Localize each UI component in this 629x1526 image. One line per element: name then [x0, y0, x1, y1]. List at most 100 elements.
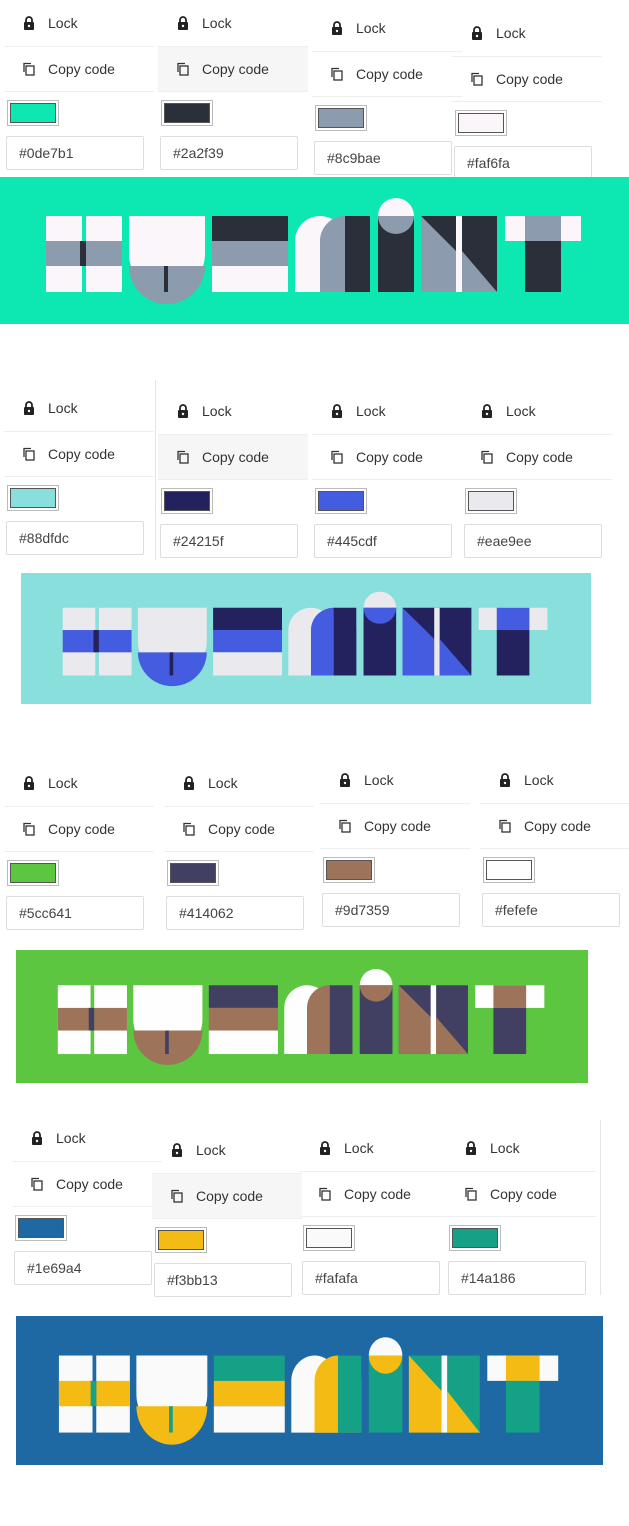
color-card: Lock Copy code #24215f [158, 388, 308, 558]
color-card: Lock Copy code #414062 [164, 760, 314, 930]
hex-input[interactable]: #fefefe [482, 893, 620, 927]
hex-input[interactable]: #445cdf [314, 524, 452, 558]
color-swatch[interactable] [324, 858, 374, 882]
lock-label: Lock [48, 775, 78, 791]
copy-code-button[interactable]: Copy code [4, 806, 154, 852]
color-swatch[interactable] [450, 1226, 500, 1250]
divider [600, 1120, 601, 1295]
swatch-container [446, 1217, 596, 1259]
lock-button[interactable]: Lock [312, 388, 462, 434]
lock-button[interactable]: Lock [452, 10, 602, 56]
swatch-container [4, 92, 154, 134]
lock-icon [164, 1143, 190, 1157]
copy-code-button[interactable]: Copy code [158, 434, 308, 480]
copy-icon [164, 1189, 190, 1203]
copy-code-button[interactable]: Copy code [312, 51, 462, 97]
color-swatch[interactable] [162, 101, 212, 125]
hex-input[interactable]: #faf6fa [454, 146, 592, 180]
lock-button[interactable]: Lock [320, 757, 470, 803]
hex-input[interactable]: #1e69a4 [14, 1251, 152, 1285]
lock-button[interactable]: Lock [158, 0, 308, 46]
lock-button[interactable]: Lock [446, 1125, 596, 1171]
color-swatch[interactable] [316, 106, 366, 130]
copy-code-button[interactable]: Copy code [462, 434, 612, 480]
lock-button[interactable]: Lock [152, 1127, 302, 1173]
lock-icon [24, 1131, 50, 1145]
hex-input[interactable]: #9d7359 [322, 893, 460, 927]
copy-code-button[interactable]: Copy code [12, 1161, 162, 1207]
copy-code-label: Copy code [48, 61, 115, 77]
color-card: Lock Copy code #fafafa [300, 1125, 450, 1295]
copy-code-label: Copy code [490, 1186, 557, 1202]
swatch-container [4, 477, 154, 519]
copy-code-button[interactable]: Copy code [320, 803, 470, 849]
lock-icon [16, 401, 42, 415]
lock-icon [332, 773, 358, 787]
hex-input[interactable]: #5cc641 [6, 896, 144, 930]
swatch-container [12, 1207, 162, 1249]
hex-input[interactable]: #2a2f39 [160, 136, 298, 170]
hex-input[interactable]: #eae9ee [464, 524, 602, 558]
copy-icon [170, 62, 196, 76]
lock-label: Lock [364, 772, 394, 788]
color-swatch[interactable] [8, 861, 58, 885]
hex-input[interactable]: #0de7b1 [6, 136, 144, 170]
hex-input[interactable]: #fafafa [302, 1261, 440, 1295]
hex-input[interactable]: #8c9bae [314, 141, 452, 175]
copy-code-button[interactable]: Copy code [158, 46, 308, 92]
lock-button[interactable]: Lock [300, 1125, 450, 1171]
copy-code-label: Copy code [202, 449, 269, 465]
copy-icon [16, 822, 42, 836]
color-swatch[interactable] [484, 858, 534, 882]
swatch-container [312, 97, 462, 139]
hex-input[interactable]: #24215f [160, 524, 298, 558]
lock-icon [492, 773, 518, 787]
copy-code-button[interactable]: Copy code [300, 1171, 450, 1217]
copy-icon [312, 1187, 338, 1201]
lock-label: Lock [48, 400, 78, 416]
color-card: Lock Copy code #14a186 [446, 1125, 596, 1295]
color-swatch[interactable] [156, 1228, 206, 1252]
copy-code-button[interactable]: Copy code [4, 46, 154, 92]
copy-code-button[interactable]: Copy code [4, 431, 154, 477]
logo-banner: HUMINT [21, 573, 591, 704]
swatch-container [152, 1219, 302, 1261]
copy-code-label: Copy code [356, 66, 423, 82]
humint-logo: HUMINT [16, 950, 588, 1083]
lock-button[interactable]: Lock [480, 757, 629, 803]
lock-icon [176, 776, 202, 790]
hex-input[interactable]: #88dfdc [6, 521, 144, 555]
color-swatch[interactable] [8, 101, 58, 125]
swatch-container [164, 852, 314, 894]
hex-input[interactable]: #f3bb13 [154, 1263, 292, 1297]
copy-code-button[interactable]: Copy code [480, 803, 629, 849]
lock-button[interactable]: Lock [312, 5, 462, 51]
swatch-container [158, 480, 308, 522]
color-swatch[interactable] [466, 489, 516, 513]
color-swatch[interactable] [456, 111, 506, 135]
color-swatch[interactable] [316, 489, 366, 513]
lock-label: Lock [202, 403, 232, 419]
color-swatch[interactable] [162, 489, 212, 513]
color-card: Lock Copy code #445cdf [312, 388, 462, 558]
color-swatch[interactable] [304, 1226, 354, 1250]
swatch-container [300, 1217, 450, 1259]
copy-code-button[interactable]: Copy code [446, 1171, 596, 1217]
lock-button[interactable]: Lock [4, 760, 154, 806]
lock-button[interactable]: Lock [462, 388, 612, 434]
copy-code-button[interactable]: Copy code [312, 434, 462, 480]
color-swatch[interactable] [8, 486, 58, 510]
color-swatch[interactable] [168, 861, 218, 885]
copy-code-button[interactable]: Copy code [152, 1173, 302, 1219]
copy-code-button[interactable]: Copy code [164, 806, 314, 852]
lock-button[interactable]: Lock [164, 760, 314, 806]
lock-button[interactable]: Lock [4, 385, 154, 431]
lock-button[interactable]: Lock [4, 0, 154, 46]
lock-icon [170, 16, 196, 30]
copy-code-button[interactable]: Copy code [452, 56, 602, 102]
lock-button[interactable]: Lock [12, 1115, 162, 1161]
lock-button[interactable]: Lock [158, 388, 308, 434]
color-swatch[interactable] [16, 1216, 66, 1240]
hex-input[interactable]: #14a186 [448, 1261, 586, 1295]
hex-input[interactable]: #414062 [166, 896, 304, 930]
